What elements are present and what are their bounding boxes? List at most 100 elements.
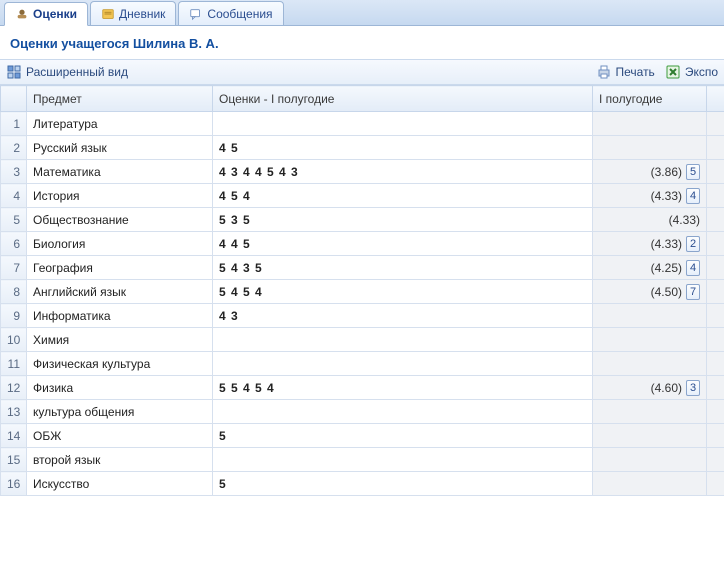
subject-cell: Литература: [27, 112, 213, 136]
subject-cell: География: [27, 256, 213, 280]
page-title: Оценки учащегося Шилина В. А.: [0, 26, 724, 59]
row-number: 15: [1, 448, 27, 472]
col-header-number[interactable]: [1, 86, 27, 112]
export-button[interactable]: Экспо: [665, 64, 718, 80]
term-final-grade[interactable]: 2: [686, 236, 700, 252]
trailing-cell: [707, 280, 724, 304]
subject-cell: Обществознание: [27, 208, 213, 232]
trailing-cell: [707, 400, 724, 424]
subject-cell: Информатика: [27, 304, 213, 328]
term-cell: [593, 328, 707, 352]
trailing-cell: [707, 136, 724, 160]
expanded-view-label: Расширенный вид: [26, 65, 128, 79]
expanded-view-button[interactable]: Расширенный вид: [6, 64, 128, 80]
table-row[interactable]: 13культура общения: [1, 400, 724, 424]
subject-cell: второй язык: [27, 448, 213, 472]
row-number: 10: [1, 328, 27, 352]
term-cell: (4.33): [593, 208, 707, 232]
grades-cell: 4 3 4 4 5 4 3: [213, 160, 593, 184]
term-final-grade[interactable]: 4: [686, 260, 700, 276]
tab-label: Дневник: [119, 7, 165, 21]
table-row[interactable]: 10Химия: [1, 328, 724, 352]
row-number: 9: [1, 304, 27, 328]
trailing-cell: [707, 328, 724, 352]
trailing-cell: [707, 232, 724, 256]
term-cell: [593, 448, 707, 472]
term-cell: (4.33) 2: [593, 232, 707, 256]
print-icon: [596, 64, 612, 80]
row-number: 13: [1, 400, 27, 424]
subject-cell: Математика: [27, 160, 213, 184]
row-number: 11: [1, 352, 27, 376]
table-row[interactable]: 14ОБЖ5: [1, 424, 724, 448]
term-cell: [593, 472, 707, 496]
col-header-term[interactable]: I полугодие: [593, 86, 707, 112]
toolbar: Расширенный вид Печать Экспо: [0, 59, 724, 85]
term-average: (4.33): [651, 237, 682, 251]
term-final-grade[interactable]: 7: [686, 284, 700, 300]
subject-cell: Русский язык: [27, 136, 213, 160]
row-number: 16: [1, 472, 27, 496]
print-label: Печать: [616, 65, 655, 79]
grades-table: Предмет Оценки - I полугодие I полугодие…: [0, 85, 724, 496]
row-number: 7: [1, 256, 27, 280]
table-row[interactable]: 12Физика5 5 4 5 4(4.60)3: [1, 376, 724, 400]
print-button[interactable]: Печать: [596, 64, 655, 80]
table-row[interactable]: 3Математика4 3 4 4 5 4 3(3.86)5: [1, 160, 724, 184]
messages-icon: [189, 7, 203, 21]
trailing-cell: [707, 376, 724, 400]
table-row[interactable]: 5Обществознание5 3 5 (4.33): [1, 208, 724, 232]
grades-cell: 4 4 5: [213, 232, 593, 256]
tab-diary[interactable]: Дневник: [90, 1, 176, 25]
table-row[interactable]: 7География5 4 3 5(4.25)4: [1, 256, 724, 280]
term-cell: (4.60)3: [593, 376, 707, 400]
term-cell: [593, 400, 707, 424]
term-final-grade[interactable]: 3: [686, 380, 700, 396]
table-row[interactable]: 9Информатика4 3: [1, 304, 724, 328]
col-header-grades[interactable]: Оценки - I полугодие: [213, 86, 593, 112]
trailing-cell: [707, 304, 724, 328]
trailing-cell: [707, 352, 724, 376]
trailing-cell: [707, 424, 724, 448]
grades-cell: [213, 448, 593, 472]
grades-cell: 5 4 3 5: [213, 256, 593, 280]
table-row[interactable]: 2Русский язык4 5: [1, 136, 724, 160]
table-row[interactable]: 16Искусство5: [1, 472, 724, 496]
row-number: 8: [1, 280, 27, 304]
row-number: 14: [1, 424, 27, 448]
trailing-cell: [707, 160, 724, 184]
subject-cell: Химия: [27, 328, 213, 352]
grades-cell: 5 3 5: [213, 208, 593, 232]
row-number: 1: [1, 112, 27, 136]
table-row[interactable]: 11Физическая культура: [1, 352, 724, 376]
grades-cell: 4 5 4: [213, 184, 593, 208]
table-row[interactable]: 6Биология4 4 5(4.33)2: [1, 232, 724, 256]
trailing-cell: [707, 208, 724, 232]
table-row[interactable]: 15второй язык: [1, 448, 724, 472]
row-number: 5: [1, 208, 27, 232]
term-average: (4.33): [669, 213, 700, 227]
export-label: Экспо: [685, 65, 718, 79]
export-icon: [665, 64, 681, 80]
tab-grades[interactable]: Оценки: [4, 2, 88, 26]
subject-cell: Английский язык: [27, 280, 213, 304]
table-row[interactable]: 4История4 5 4(4.33)4: [1, 184, 724, 208]
term-average: (3.86): [651, 165, 682, 179]
trailing-cell: [707, 184, 724, 208]
subject-cell: Биология: [27, 232, 213, 256]
term-final-grade[interactable]: 4: [686, 188, 700, 204]
term-final-grade[interactable]: 5: [686, 164, 700, 180]
col-header-extra[interactable]: [707, 86, 724, 112]
expand-icon: [6, 64, 22, 80]
grades-cell: 5 4 5 4: [213, 280, 593, 304]
term-cell: (4.33)4: [593, 184, 707, 208]
col-header-subject[interactable]: Предмет: [27, 86, 213, 112]
table-row[interactable]: 1Литература: [1, 112, 724, 136]
term-cell: (4.25)4: [593, 256, 707, 280]
grades-cell: [213, 352, 593, 376]
row-number: 2: [1, 136, 27, 160]
tab-messages[interactable]: Сообщения: [178, 1, 283, 25]
term-cell: [593, 112, 707, 136]
table-row[interactable]: 8Английский язык5 4 5 4(4.50)7: [1, 280, 724, 304]
subject-cell: культура общения: [27, 400, 213, 424]
